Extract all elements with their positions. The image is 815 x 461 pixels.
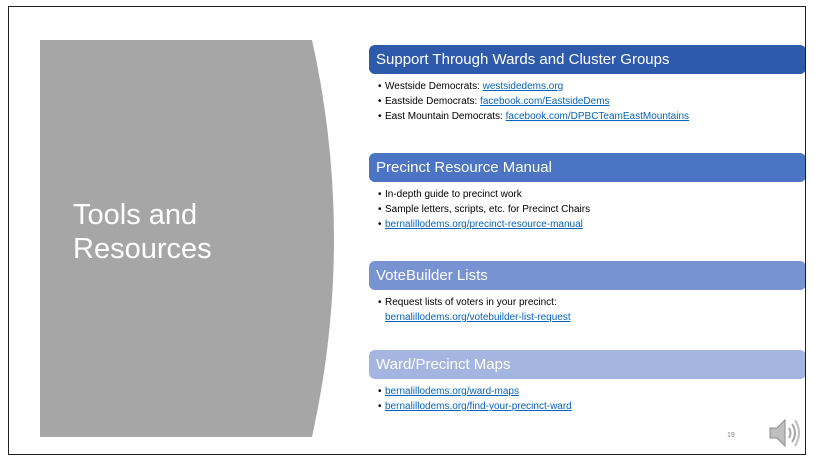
item-text: Westside Democrats:	[385, 81, 483, 92]
votebuilder-link[interactable]: bernalillodems.org/votebuilder-list-requ…	[385, 310, 805, 325]
list-item: • Westside Democrats: westsidedems.org	[378, 81, 564, 92]
slide: Tools and Resources Support Through Ward…	[8, 6, 806, 455]
list-item: • Eastside Democrats: facebook.com/Eastsi…	[378, 96, 610, 107]
bullet-list: • Request lists of voters in your precinc…	[369, 295, 805, 325]
page-number: 19	[727, 432, 735, 439]
section-precinct-manual: Precinct Resource Manual • In-depth guide…	[369, 153, 805, 232]
speaker-icon[interactable]	[767, 416, 801, 450]
eastmountain-link[interactable]: facebook.com/DPBCTeamEastMountains	[506, 111, 689, 122]
slide-title: Tools and Resources	[73, 199, 212, 265]
item-text: Request lists of voters in your precinct…	[385, 297, 557, 308]
bullet-list: • In-depth guide to precinct work • Sample…	[369, 187, 805, 232]
bullet-list: • bernalillodems.org/ward-maps • bernalill…	[369, 384, 805, 414]
eastsidedems-link[interactable]: facebook.com/EastsideDems	[480, 96, 610, 107]
list-item: • bernalillodems.org/ward-maps	[378, 386, 519, 397]
section-header: Ward/Precinct Maps	[369, 350, 805, 379]
item-text: In-depth guide to precinct work	[385, 189, 522, 200]
list-item: • bernalillodems.org/precinct-resource-ma…	[378, 219, 583, 230]
list-item: • Sample letters, scripts, etc. for Preci…	[378, 204, 591, 215]
section-header: VoteBuilder Lists	[369, 261, 805, 290]
section-maps: Ward/Precinct Maps • bernalillodems.org/w…	[369, 350, 805, 414]
section-header: Support Through Wards and Cluster Groups	[369, 45, 805, 74]
list-item: • East Mountain Democrats: facebook.com/D…	[378, 111, 690, 122]
item-text: Eastside Democrats:	[385, 96, 481, 107]
bullet-list: • Westside Democrats: westsidedems.org • E…	[369, 79, 805, 124]
find-precinct-link[interactable]: bernalillodems.org/find-your-precinct-wa…	[385, 401, 572, 412]
list-item: • In-depth guide to precinct work	[378, 189, 522, 200]
title-panel: Tools and Resources	[40, 40, 345, 437]
precinct-manual-link[interactable]: bernalillodems.org/precinct-resource-man…	[385, 219, 583, 230]
list-item: • Request lists of voters in your precinc…	[378, 295, 805, 325]
section-header: Precinct Resource Manual	[369, 153, 805, 182]
section-wards: Support Through Wards and Cluster Groups…	[369, 45, 805, 124]
item-text: Sample letters, scripts, etc. for Precin…	[385, 204, 591, 215]
item-text: East Mountain Democrats:	[385, 111, 506, 122]
list-item: • bernalillodems.org/find-your-precinct-w…	[378, 401, 572, 412]
westsidedems-link[interactable]: westsidedems.org	[483, 81, 564, 92]
section-votebuilder: VoteBuilder Lists • Request lists of vote…	[369, 261, 805, 325]
ward-maps-link[interactable]: bernalillodems.org/ward-maps	[385, 386, 519, 397]
